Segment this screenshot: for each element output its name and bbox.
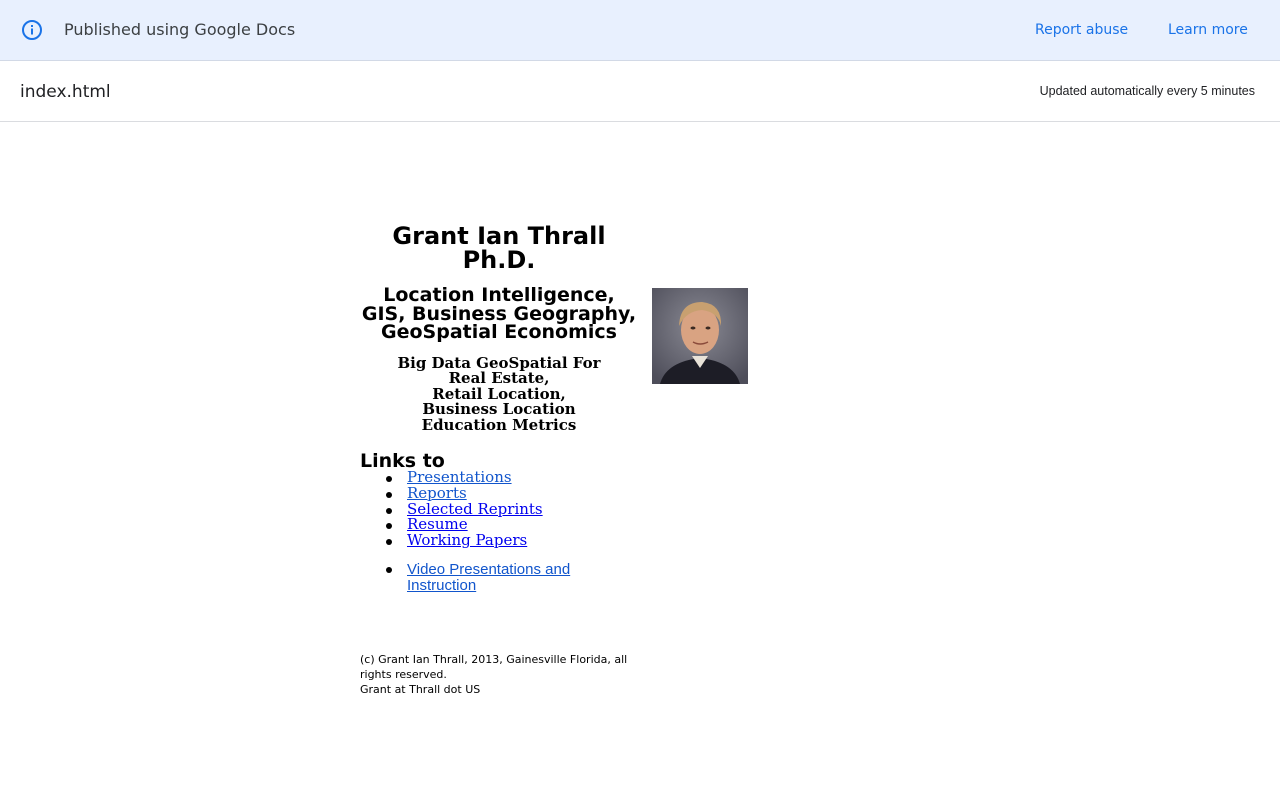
- focus-line: Education Metrics: [421, 415, 577, 434]
- subtitle: Location Intelligence, GIS, Business Geo…: [360, 286, 638, 342]
- banner-text: Published using Google Docs: [64, 20, 296, 39]
- list-item: Working Papers: [386, 531, 543, 549]
- published-banner: Published using Google Docs Report abuse…: [0, 0, 1280, 61]
- list-item: Video Presentations and Instruction: [386, 561, 587, 594]
- learn-more-link[interactable]: Learn more: [1168, 22, 1248, 38]
- copyright-text: (c) Grant Ian Thrall, 2013, Gainesville …: [360, 653, 628, 681]
- degree-line: Ph.D.: [462, 246, 536, 274]
- page-title: Grant Ian Thrall Ph.D.: [360, 224, 638, 272]
- subtitle-line: Location Intelligence,: [383, 284, 615, 306]
- document-titlebar: index.html Updated automatically every 5…: [0, 61, 1280, 122]
- portrait-photo: [652, 288, 748, 384]
- info-icon: [21, 19, 43, 41]
- document-name: index.html: [20, 82, 111, 102]
- contact-text: Grant at Thrall dot US: [360, 683, 481, 696]
- footer: (c) Grant Ian Thrall, 2013, Gainesville …: [360, 652, 640, 697]
- subtitle-line: GeoSpatial Economics: [381, 321, 617, 343]
- working-papers-link[interactable]: Working Papers: [407, 531, 527, 549]
- links-list: Presentations Reports Selected Reprints …: [386, 469, 543, 549]
- report-abuse-link[interactable]: Report abuse: [1035, 22, 1128, 38]
- video-list: Video Presentations and Instruction: [386, 561, 587, 594]
- update-notice: Updated automatically every 5 minutes: [1039, 84, 1255, 98]
- name-line: Grant Ian Thrall: [392, 222, 606, 250]
- header-block: Grant Ian Thrall Ph.D. Location Intellig…: [360, 224, 638, 433]
- focus-areas: Big Data GeoSpatial For Real Estate, Ret…: [360, 355, 638, 434]
- video-presentations-link[interactable]: Video Presentations and Instruction: [407, 561, 570, 594]
